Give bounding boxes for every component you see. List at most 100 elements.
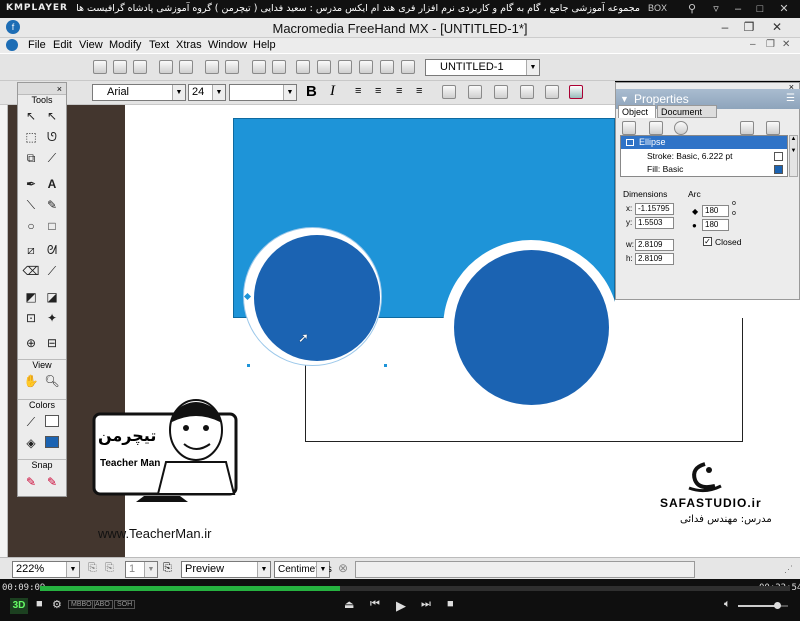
swatches-icon[interactable] [359, 60, 373, 74]
menu-xtras[interactable]: Xtras [176, 38, 202, 53]
line-tool-icon[interactable]: ⟍ [22, 196, 40, 214]
selected-ellipse[interactable] [254, 235, 380, 361]
add-effect-icon[interactable] [674, 121, 688, 135]
player-option-icon[interactable]: ▿ [708, 1, 724, 17]
stop-button-icon[interactable]: ■ [447, 598, 454, 610]
player-close-icon[interactable]: ✕ [776, 1, 792, 17]
units-select[interactable]: Centimeters ▼ [274, 561, 332, 578]
fill-color-swatch[interactable] [45, 436, 59, 448]
page-tool-icon[interactable]: ⬚ [22, 128, 40, 146]
hand-tool-icon[interactable]: ✋ [22, 372, 40, 390]
mixer-icon[interactable] [380, 60, 394, 74]
page-next-icon[interactable]: ⎘ [163, 562, 172, 575]
volume-icon[interactable]: 🔈︎ [724, 598, 731, 611]
stop-icon[interactable]: ■ [36, 598, 43, 610]
page-prev-icon[interactable]: ⎘ [88, 562, 97, 575]
tints-icon[interactable] [401, 60, 415, 74]
view-mode-select[interactable]: Preview ▼ [181, 561, 271, 578]
justify-icon[interactable]: ≡ [416, 85, 422, 97]
stroke-color-swatch[interactable] [45, 415, 59, 427]
action-tool-icon[interactable]: ⊕ [22, 334, 40, 352]
style-select[interactable]: ▼ [229, 84, 297, 101]
menu-text[interactable]: Text [149, 38, 169, 53]
selection-handle[interactable] [384, 364, 387, 367]
window-close-icon[interactable]: ✕ [766, 19, 788, 36]
align-right-icon[interactable]: ≡ [396, 85, 402, 97]
ungroup-icon[interactable] [272, 60, 286, 74]
text-flow-icon[interactable] [494, 85, 508, 99]
document-icon[interactable] [6, 39, 18, 51]
mini-label-3[interactable]: SOH [114, 600, 136, 609]
add-fill-icon[interactable] [649, 121, 663, 135]
mini-label-2[interactable]: ABO [92, 600, 113, 609]
save-icon[interactable] [133, 60, 147, 74]
doc-minimize-icon[interactable]: – [750, 39, 762, 51]
x-input[interactable]: -1.15795 [635, 203, 674, 215]
zoom-select[interactable]: 222% ▼ [12, 561, 80, 578]
font-select[interactable]: Arial ▼ [92, 84, 186, 101]
symbols-icon[interactable] [338, 60, 352, 74]
library-icon[interactable] [317, 60, 331, 74]
freeform-tool-icon[interactable]: ᘛ [43, 241, 61, 259]
scale-tool-icon[interactable]: ⧉ [22, 149, 40, 167]
export-icon[interactable] [179, 60, 193, 74]
unlock-icon[interactable] [225, 60, 239, 74]
settings-icon[interactable]: ⚙ [52, 598, 62, 611]
text-path-icon[interactable] [520, 85, 534, 99]
envelope-tool-icon[interactable]: ◪ [43, 288, 61, 306]
lasso-tool-icon[interactable]: ᘎ [43, 128, 61, 146]
play-icon[interactable]: ▶ [396, 598, 406, 614]
doc-restore-icon[interactable]: ❐ [766, 39, 778, 51]
blend-tool-icon[interactable]: ◩ [22, 288, 40, 306]
arc-start-input[interactable]: 180 [702, 205, 729, 217]
volume-knob[interactable] [774, 602, 781, 609]
player-minimize-icon[interactable]: – [730, 1, 746, 17]
new-icon[interactable] [93, 60, 107, 74]
menu-view[interactable]: View [79, 38, 103, 53]
fill-color-icon[interactable]: ◈ [22, 434, 40, 452]
pin-icon[interactable]: ⚲ [684, 1, 700, 17]
ellipse[interactable] [454, 250, 609, 405]
import-icon[interactable] [159, 60, 173, 74]
list-item-ellipse[interactable]: Ellipse [621, 136, 787, 149]
snap-to-guide-icon[interactable]: ✎ [43, 473, 61, 491]
knife-tool-icon[interactable]: ⧄ [22, 241, 40, 259]
box-label[interactable]: BOX [648, 3, 667, 13]
tools-panel-close[interactable]: × [18, 83, 66, 95]
list-item-stroke[interactable]: Stroke: Basic, 6.222 pt [621, 150, 787, 163]
menu-window[interactable]: Window [208, 38, 247, 53]
list-scrollbar[interactable]: ▲ ▼ [789, 135, 798, 177]
eraser-tool-icon[interactable]: ⌫ [22, 262, 40, 280]
mini-label-1[interactable]: MBBO [68, 600, 95, 609]
panel-menu-icon[interactable]: ☰ [786, 89, 795, 109]
closed-checkbox[interactable]: ✓ [703, 237, 712, 246]
pen-tool-icon[interactable]: ✒ [22, 175, 40, 193]
bold-button[interactable]: B [306, 83, 317, 100]
text-frame-icon[interactable] [442, 85, 456, 99]
trace-tool-icon[interactable]: ⊡ [22, 309, 40, 327]
player-maximize-icon[interactable]: □ [752, 1, 768, 17]
selection-handle[interactable] [247, 364, 250, 367]
connector-tool-icon[interactable]: ⊟ [43, 334, 61, 352]
h-input[interactable]: 2.8109 [635, 253, 674, 265]
text-wrap-icon[interactable] [545, 85, 559, 99]
stroke-color-icon[interactable]: ⟋ [22, 413, 40, 431]
next-icon[interactable]: ⏭ [421, 598, 431, 611]
resize-grip-icon[interactable]: ⋰ [784, 564, 793, 575]
eject-icon[interactable]: ⏏ [344, 598, 354, 611]
menu-file[interactable]: File [28, 38, 46, 53]
brush-tool-icon[interactable]: ⟋ [43, 262, 61, 280]
subselect-tool-icon[interactable]: ↖ [43, 107, 61, 125]
add-stroke-icon[interactable] [622, 121, 636, 135]
snap-to-point-icon[interactable]: ✎ [22, 473, 40, 491]
previous-icon[interactable]: ⏮ [370, 598, 380, 611]
text-tool-icon[interactable]: A [43, 175, 61, 193]
arc-end-input[interactable]: 180 [702, 219, 729, 231]
duplicate-item-icon[interactable] [740, 121, 754, 135]
list-item-fill[interactable]: Fill: Basic [621, 163, 787, 176]
text-editor-icon[interactable] [569, 85, 583, 99]
menu-help[interactable]: Help [253, 38, 276, 53]
perspective-tool-icon[interactable]: ✦ [43, 309, 61, 327]
pencil-tool-icon[interactable]: ✎ [43, 196, 61, 214]
pointer-tool-icon[interactable]: ↖ [22, 107, 40, 125]
